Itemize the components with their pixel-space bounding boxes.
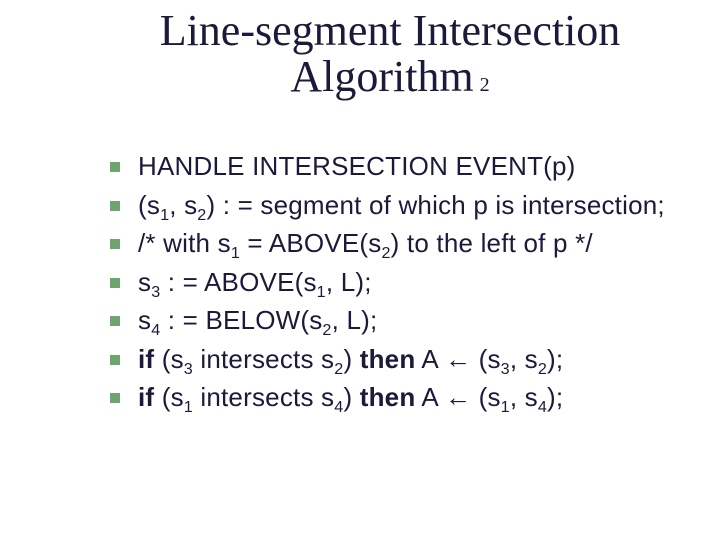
slide-title: Line-segment Intersection Algorithm 2 xyxy=(110,8,670,100)
list-item: HANDLE INTERSECTION EVENT(p) xyxy=(110,150,690,183)
title-line-1: Line-segment Intersection xyxy=(110,8,670,54)
list-item: if (s3 intersects s2) then A ← (s3, s2); xyxy=(110,343,690,376)
list-item-text: HANDLE INTERSECTION EVENT(p) xyxy=(138,150,576,183)
list-item: s4 : = BELOW(s2, L); xyxy=(110,304,690,337)
square-bullet-icon xyxy=(110,239,120,249)
list-item: if (s1 intersects s4) then A ← (s1, s4); xyxy=(110,381,690,414)
list-item-text: if (s3 intersects s2) then A ← (s3, s2); xyxy=(138,343,563,376)
title-line-2-wrap: Algorithm 2 xyxy=(110,54,670,100)
square-bullet-icon xyxy=(110,355,120,365)
square-bullet-icon xyxy=(110,162,120,172)
list-item-text: s4 : = BELOW(s2, L); xyxy=(138,304,377,337)
list-item: /* with s1 = ABOVE(s2) to the left of p … xyxy=(110,227,690,260)
list-item-text: s3 : = ABOVE(s1, L); xyxy=(138,266,372,299)
list-item-text: (s1, s2) : = segment of which p is inter… xyxy=(138,189,665,222)
title-line-2: Algorithm xyxy=(290,52,473,101)
square-bullet-icon xyxy=(110,393,120,403)
slide: Line-segment Intersection Algorithm 2 HAN… xyxy=(0,0,720,540)
list-item: s3 : = ABOVE(s1, L); xyxy=(110,266,690,299)
square-bullet-icon xyxy=(110,278,120,288)
bullet-list: HANDLE INTERSECTION EVENT(p) (s1, s2) : =… xyxy=(110,150,690,420)
list-item-text: /* with s1 = ABOVE(s2) to the left of p … xyxy=(138,227,593,260)
list-item-text: if (s1 intersects s4) then A ← (s1, s4); xyxy=(138,381,563,414)
square-bullet-icon xyxy=(110,201,120,211)
list-item: (s1, s2) : = segment of which p is inter… xyxy=(110,189,690,222)
title-suffix: 2 xyxy=(480,74,490,96)
square-bullet-icon xyxy=(110,316,120,326)
